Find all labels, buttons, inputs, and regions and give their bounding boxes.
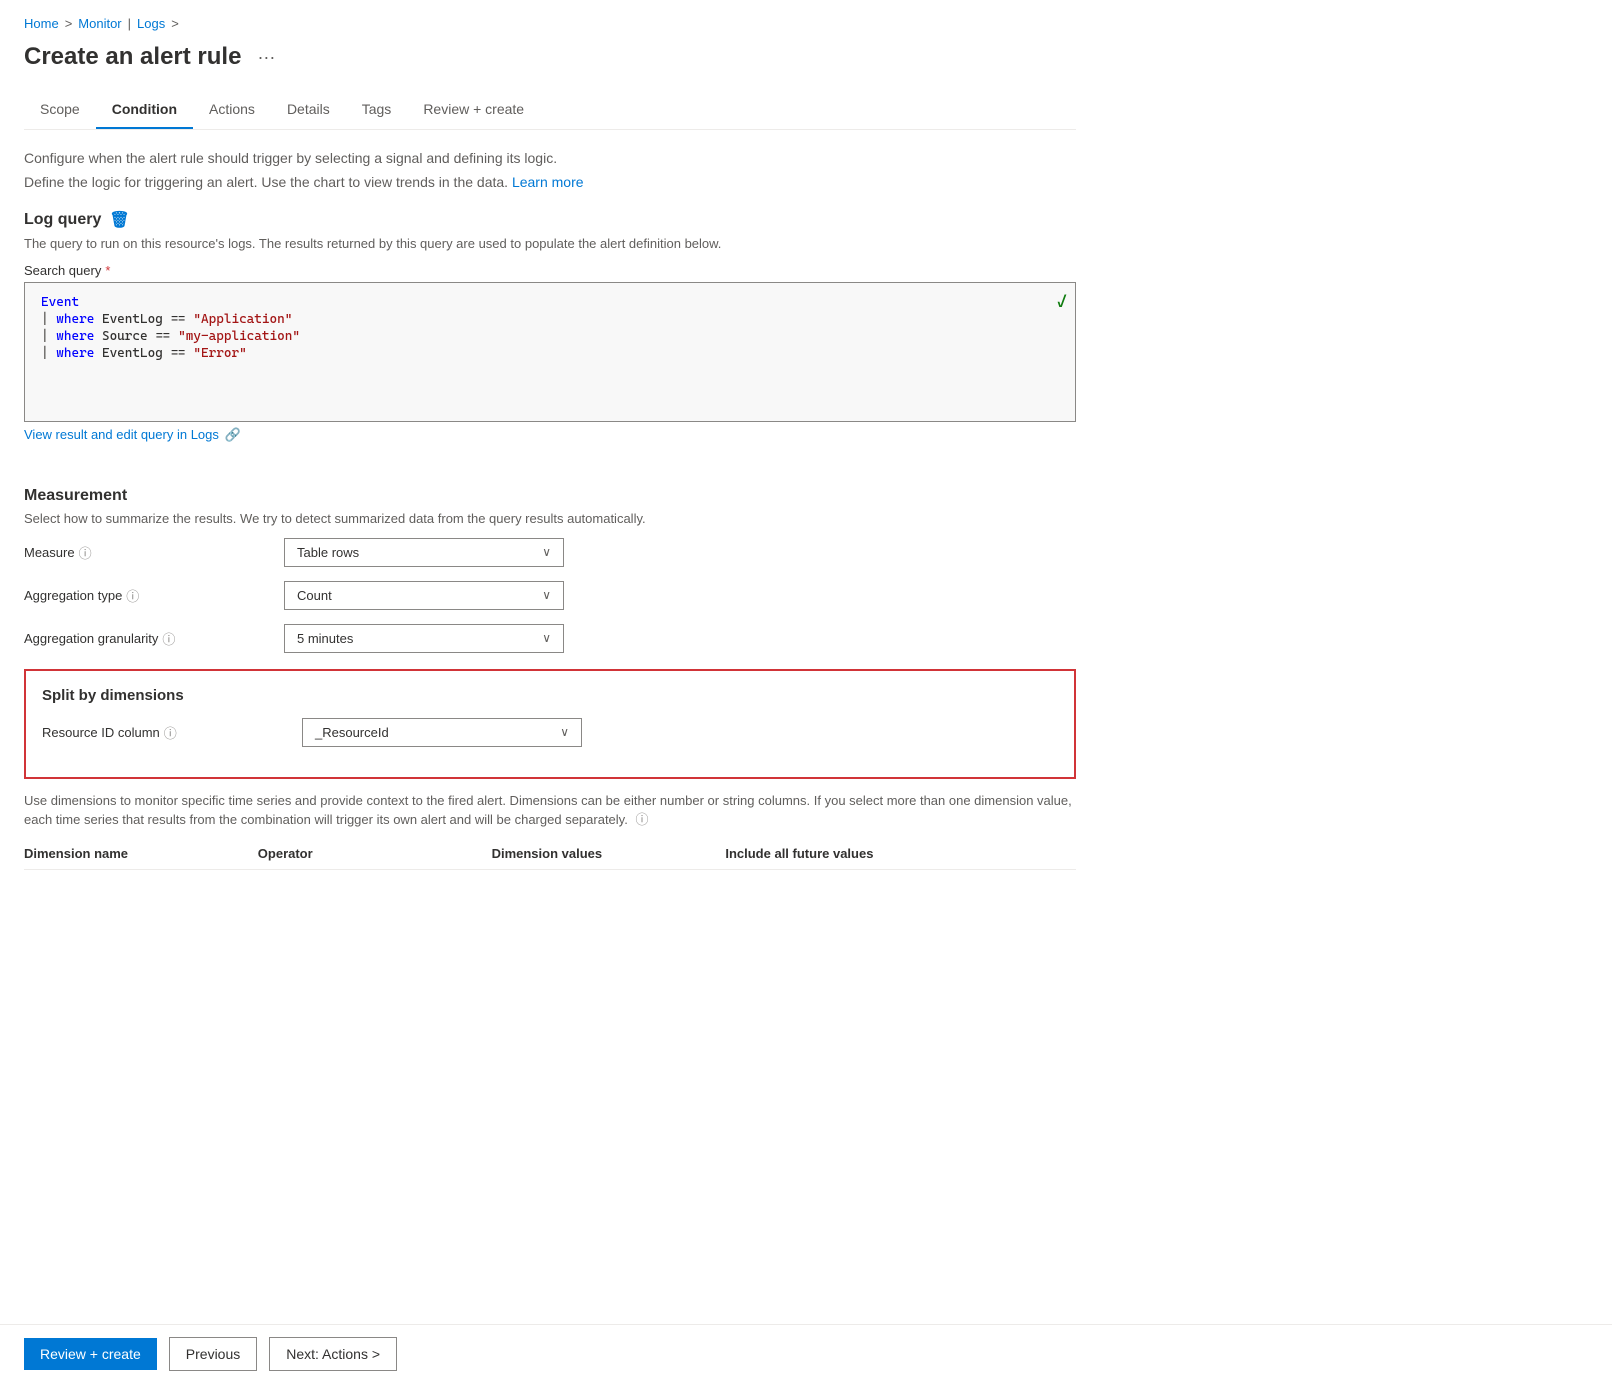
- resource-id-dropdown[interactable]: _ResourceId ∨: [302, 718, 582, 747]
- log-query-title: Log query 🗑: [24, 210, 1076, 230]
- dimensions-info-icon: ⓘ: [635, 812, 648, 827]
- aggregation-granularity-row: Aggregation granularity ⓘ 5 minutes ∨: [24, 624, 1076, 653]
- resource-id-info-icon: ⓘ: [164, 723, 177, 742]
- learn-more-link[interactable]: Learn more: [512, 174, 584, 190]
- split-dimensions-section: Split by dimensions Resource ID column ⓘ…: [24, 669, 1076, 779]
- external-link-icon: 🔗: [225, 427, 241, 443]
- page-title-container: Create an alert rule ···: [24, 43, 1076, 71]
- aggregation-type-row: Aggregation type ⓘ Count ∨: [24, 581, 1076, 610]
- query-success-icon: ✓: [1056, 291, 1067, 312]
- condition-desc1: Configure when the alert rule should tri…: [24, 150, 1076, 166]
- resource-id-chevron-icon: ∨: [560, 725, 569, 739]
- breadcrumb-logs[interactable]: Logs: [137, 16, 165, 31]
- query-editor[interactable]: ✓ Event | where EventLog == "Application…: [24, 282, 1076, 422]
- aggregation-granularity-dropdown[interactable]: 5 minutes ∨: [284, 624, 564, 653]
- dimensions-info-text: Use dimensions to monitor specific time …: [24, 791, 1076, 830]
- required-indicator: *: [105, 263, 110, 278]
- condition-desc2: Define the logic for triggering an alert…: [24, 174, 1076, 190]
- log-query-desc: The query to run on this resource's logs…: [24, 236, 1076, 251]
- aggregation-type-chevron-icon: ∨: [542, 588, 551, 602]
- tab-details[interactable]: Details: [271, 91, 346, 129]
- next-actions-button[interactable]: Next: Actions >: [269, 1337, 397, 1371]
- log-query-section: Log query 🗑 The query to run on this res…: [24, 210, 1076, 463]
- footer-bar: Review + create Previous Next: Actions >: [0, 1324, 1612, 1383]
- aggregation-granularity-info-icon: ⓘ: [162, 629, 175, 648]
- tab-condition[interactable]: Condition: [96, 91, 193, 129]
- measurement-title: Measurement: [24, 487, 1076, 505]
- tab-actions[interactable]: Actions: [193, 91, 271, 129]
- th-dimension-name: Dimension name: [24, 846, 258, 861]
- tab-scope[interactable]: Scope: [24, 91, 96, 129]
- delete-icon[interactable]: 🗑: [109, 210, 129, 230]
- dimensions-table-header: Dimension name Operator Dimension values…: [24, 846, 1076, 870]
- breadcrumb-sep2: >: [171, 16, 179, 31]
- aggregation-granularity-chevron-icon: ∨: [542, 631, 551, 645]
- breadcrumb: Home > Monitor | Logs >: [24, 16, 1076, 31]
- aggregation-type-label: Aggregation type ⓘ: [24, 586, 284, 605]
- tab-bar: Scope Condition Actions Details Tags Rev…: [24, 91, 1076, 130]
- ellipsis-button[interactable]: ···: [251, 45, 281, 70]
- measure-dropdown[interactable]: Table rows ∨: [284, 538, 564, 567]
- aggregation-granularity-value: 5 minutes: [297, 631, 353, 646]
- resource-id-value: _ResourceId: [315, 725, 389, 740]
- breadcrumb-home[interactable]: Home: [24, 16, 59, 31]
- measure-chevron-icon: ∨: [542, 545, 551, 559]
- aggregation-granularity-label: Aggregation granularity ⓘ: [24, 629, 284, 648]
- measure-label: Measure ⓘ: [24, 543, 284, 562]
- measure-value: Table rows: [297, 545, 359, 560]
- measurement-desc: Select how to summarize the results. We …: [24, 511, 1076, 526]
- measure-info-icon: ⓘ: [79, 543, 92, 562]
- tab-tags[interactable]: Tags: [346, 91, 408, 129]
- tab-review-create[interactable]: Review + create: [407, 91, 540, 129]
- th-dimension-values: Dimension values: [492, 846, 726, 861]
- split-dimensions-title: Split by dimensions: [42, 687, 1058, 704]
- breadcrumb-sep1: >: [65, 16, 73, 31]
- view-result-link[interactable]: View result and edit query in Logs 🔗: [24, 427, 241, 443]
- review-create-button[interactable]: Review + create: [24, 1338, 157, 1370]
- breadcrumb-monitor[interactable]: Monitor: [78, 16, 121, 31]
- search-query-label: Search query *: [24, 263, 1076, 278]
- code-line-4: | where EventLog == "Error": [41, 346, 1059, 361]
- resource-id-label: Resource ID column ⓘ: [42, 723, 302, 742]
- resource-id-row: Resource ID column ⓘ _ResourceId ∨: [42, 718, 1058, 747]
- measure-row: Measure ⓘ Table rows ∨: [24, 538, 1076, 567]
- th-operator: Operator: [258, 846, 492, 861]
- page-title: Create an alert rule: [24, 43, 241, 71]
- view-result-text: View result and edit query in Logs: [24, 427, 219, 442]
- previous-button[interactable]: Previous: [169, 1337, 257, 1371]
- breadcrumb-pipe: |: [128, 16, 131, 31]
- code-line-1: Event: [41, 295, 1059, 310]
- th-include-future: Include all future values: [725, 846, 1076, 861]
- code-line-3: | where Source == "my-application": [41, 329, 1059, 344]
- measurement-section: Measurement Select how to summarize the …: [24, 487, 1076, 653]
- aggregation-type-dropdown[interactable]: Count ∨: [284, 581, 564, 610]
- aggregation-type-info-icon: ⓘ: [126, 586, 139, 605]
- aggregation-type-value: Count: [297, 588, 332, 603]
- code-line-2: | where EventLog == "Application": [41, 312, 1059, 327]
